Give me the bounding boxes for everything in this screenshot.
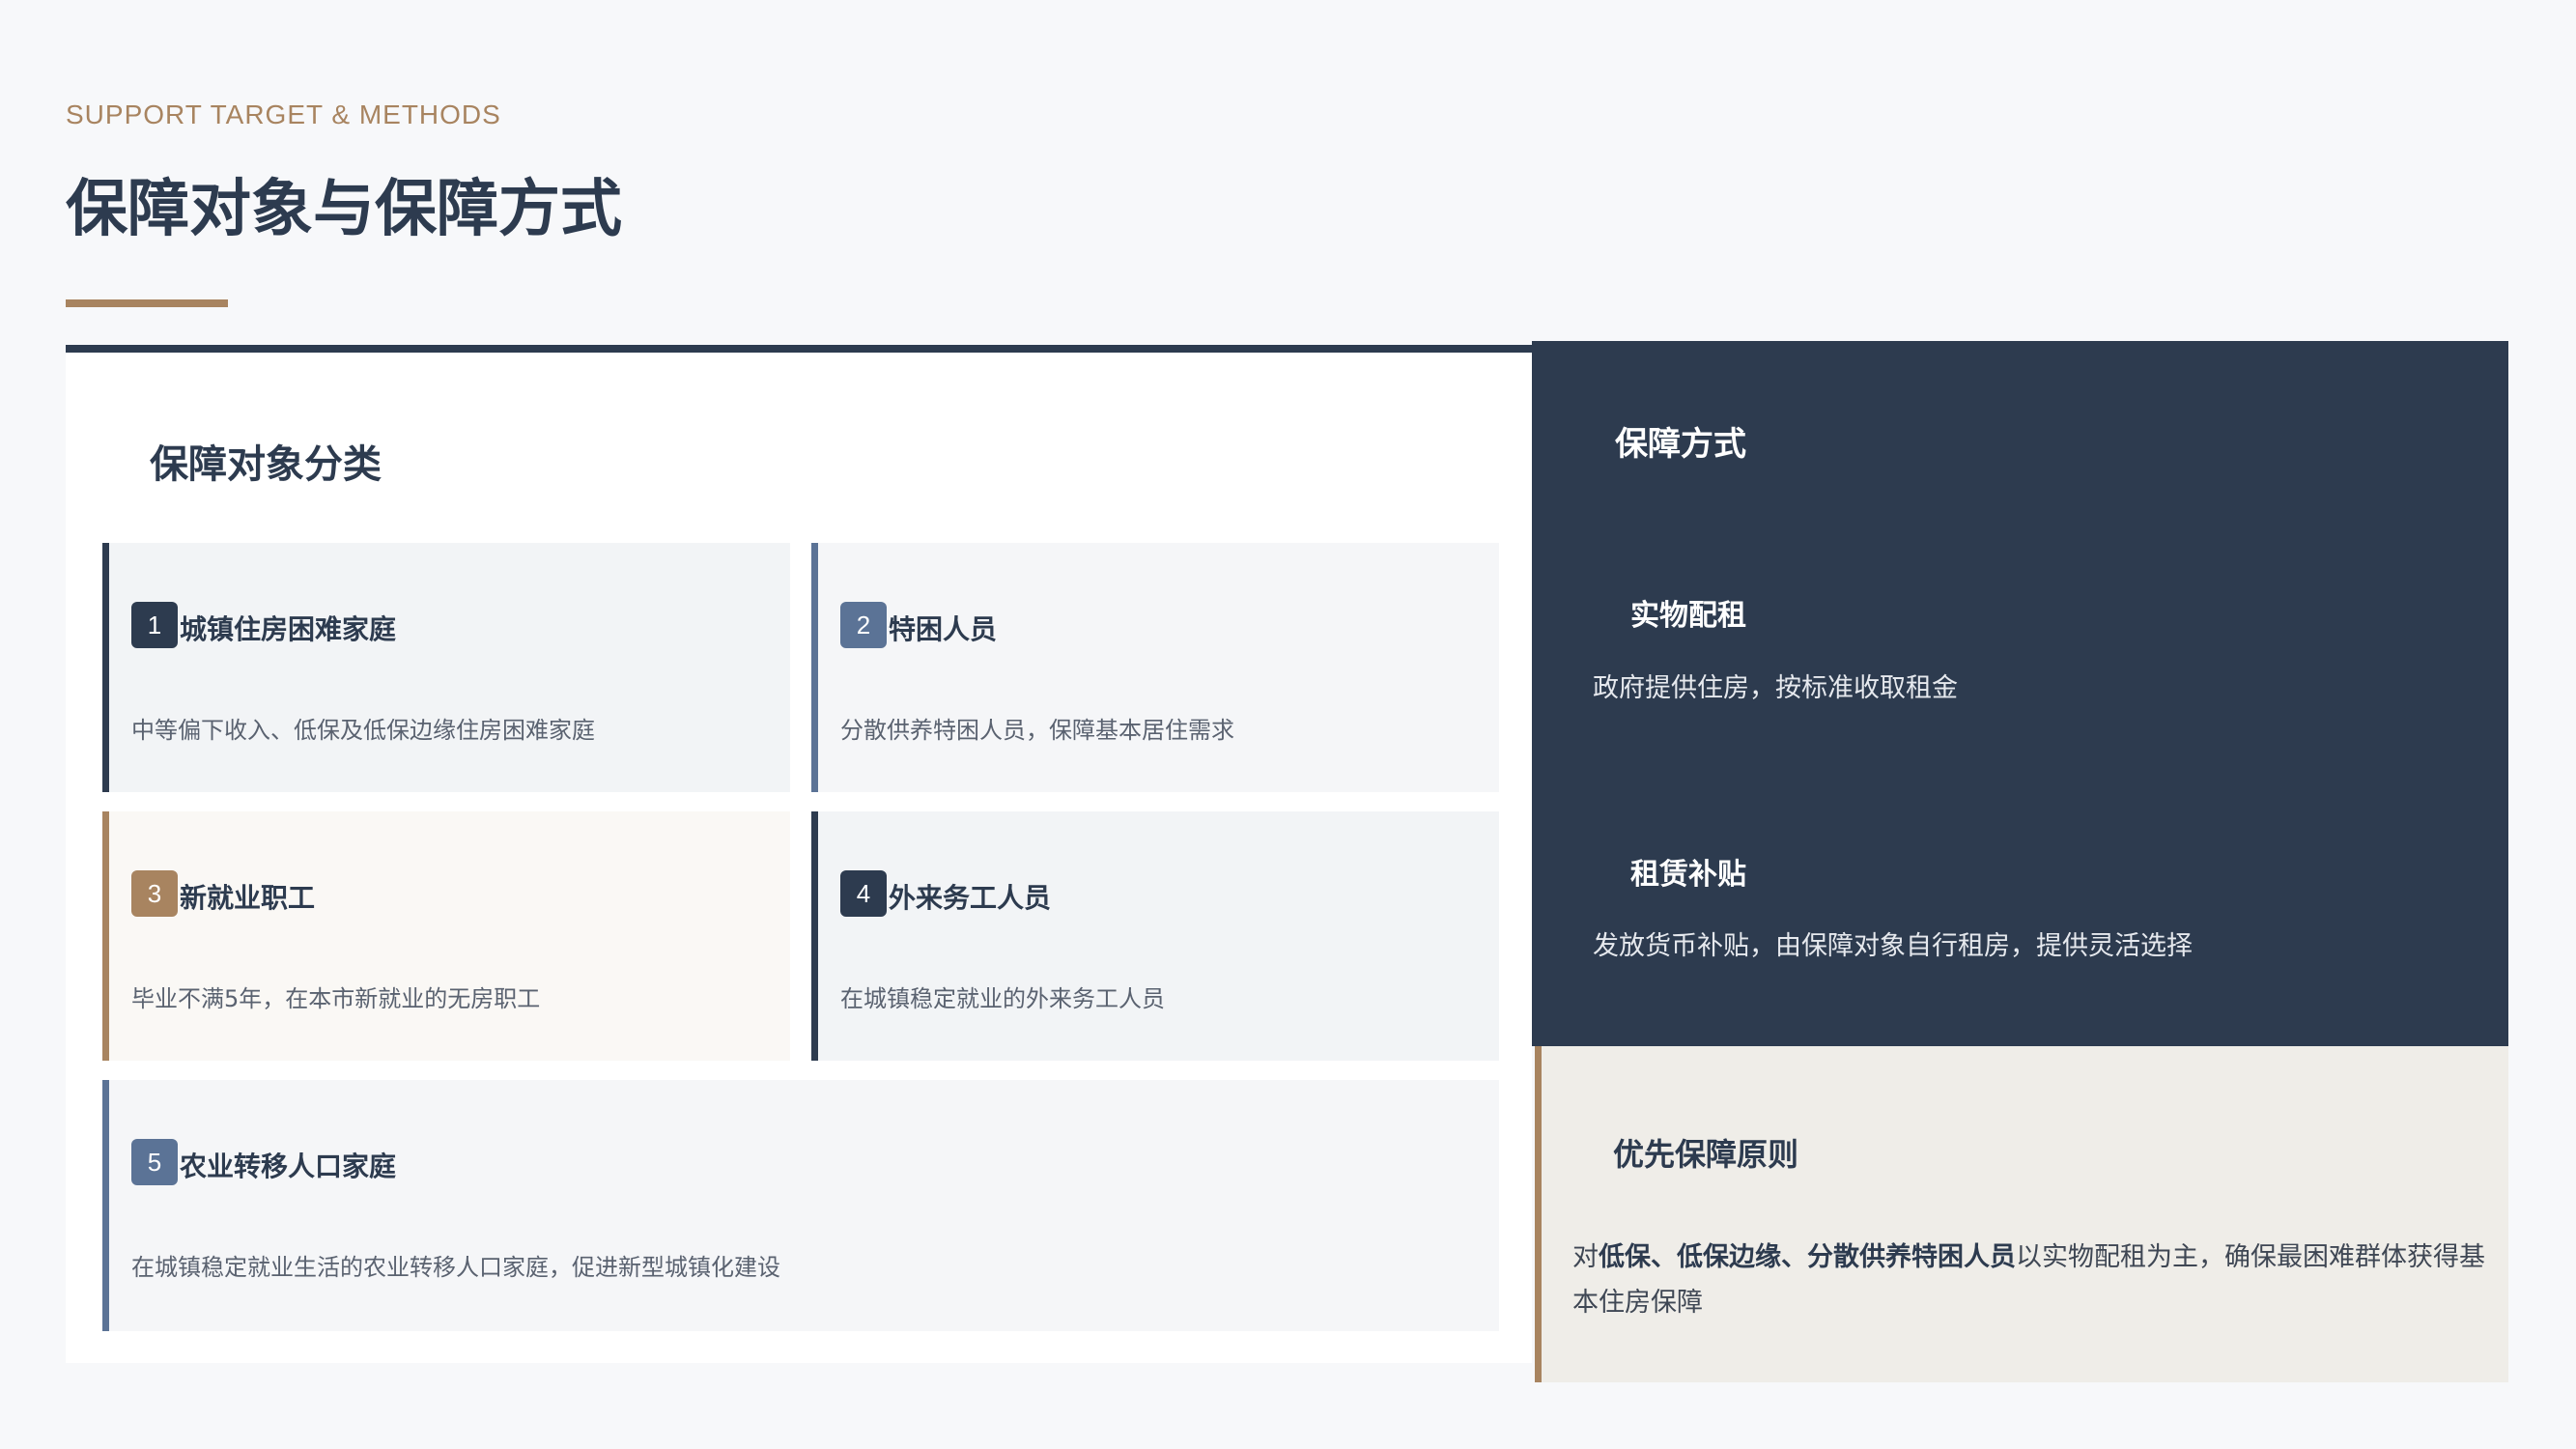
priority-panel [1535,1046,2508,1382]
priority-prefix: 对 [1572,1242,1599,1272]
target-card-5: 5 农业转移人口家庭 在城镇稳定就业生活的农业转移人口家庭，促进新型城镇化建设 [102,1080,1499,1331]
card-number-badge: 1 [131,602,178,648]
card-number-badge: 4 [840,870,887,917]
card-number-badge: 2 [840,602,887,648]
card-title: 农业转移人口家庭 [180,1151,397,1182]
page-title: 保障对象与保障方式 [66,174,622,245]
card-description: 分散供养特困人员，保障基本居住需求 [840,717,1234,744]
priority-text: 对低保、低保边缘、分散供养特困人员以实物配租为主，确保最困难群体获得基本住房保障 [1572,1235,2490,1325]
method-title-1: 实物配租 [1630,599,1746,633]
target-card-4: 4 外来务工人员 在城镇稳定就业的外来务工人员 [811,811,1499,1061]
title-underline [66,299,228,307]
card-number-badge: 3 [131,870,178,917]
method-title-2: 租赁补贴 [1630,858,1746,892]
method-description-1: 政府提供住房，按标准收取租金 [1593,673,1958,703]
targets-heading: 保障对象分类 [150,442,382,487]
card-title: 城镇住房困难家庭 [180,613,397,645]
card-number-badge: 5 [131,1139,178,1185]
page-subtitle: SUPPORT TARGET & METHODS [66,99,501,129]
card-title: 外来务工人员 [889,882,1052,914]
methods-heading: 保障方式 [1615,425,1746,464]
target-card-1: 1 城镇住房困难家庭 中等偏下收入、低保及低保边缘住房困难家庭 [102,543,790,792]
priority-emphasis: 低保、低保边缘、分散供养特困人员 [1599,1242,2016,1272]
card-description: 在城镇稳定就业的外来务工人员 [840,985,1165,1012]
target-card-2: 2 特困人员 分散供养特困人员，保障基本居住需求 [811,543,1499,792]
card-title: 特困人员 [889,613,998,645]
card-description: 中等偏下收入、低保及低保边缘住房困难家庭 [131,717,595,744]
target-card-3: 3 新就业职工 毕业不满5年，在本市新就业的无房职工 [102,811,790,1061]
card-title: 新就业职工 [180,882,316,914]
priority-heading: 优先保障原则 [1613,1136,1799,1173]
method-description-2: 发放货币补贴，由保障对象自行租房，提供灵活选择 [1593,931,2193,961]
card-description: 毕业不满5年，在本市新就业的无房职工 [131,985,541,1012]
card-description: 在城镇稳定就业生活的农业转移人口家庭，促进新型城镇化建设 [131,1254,780,1281]
